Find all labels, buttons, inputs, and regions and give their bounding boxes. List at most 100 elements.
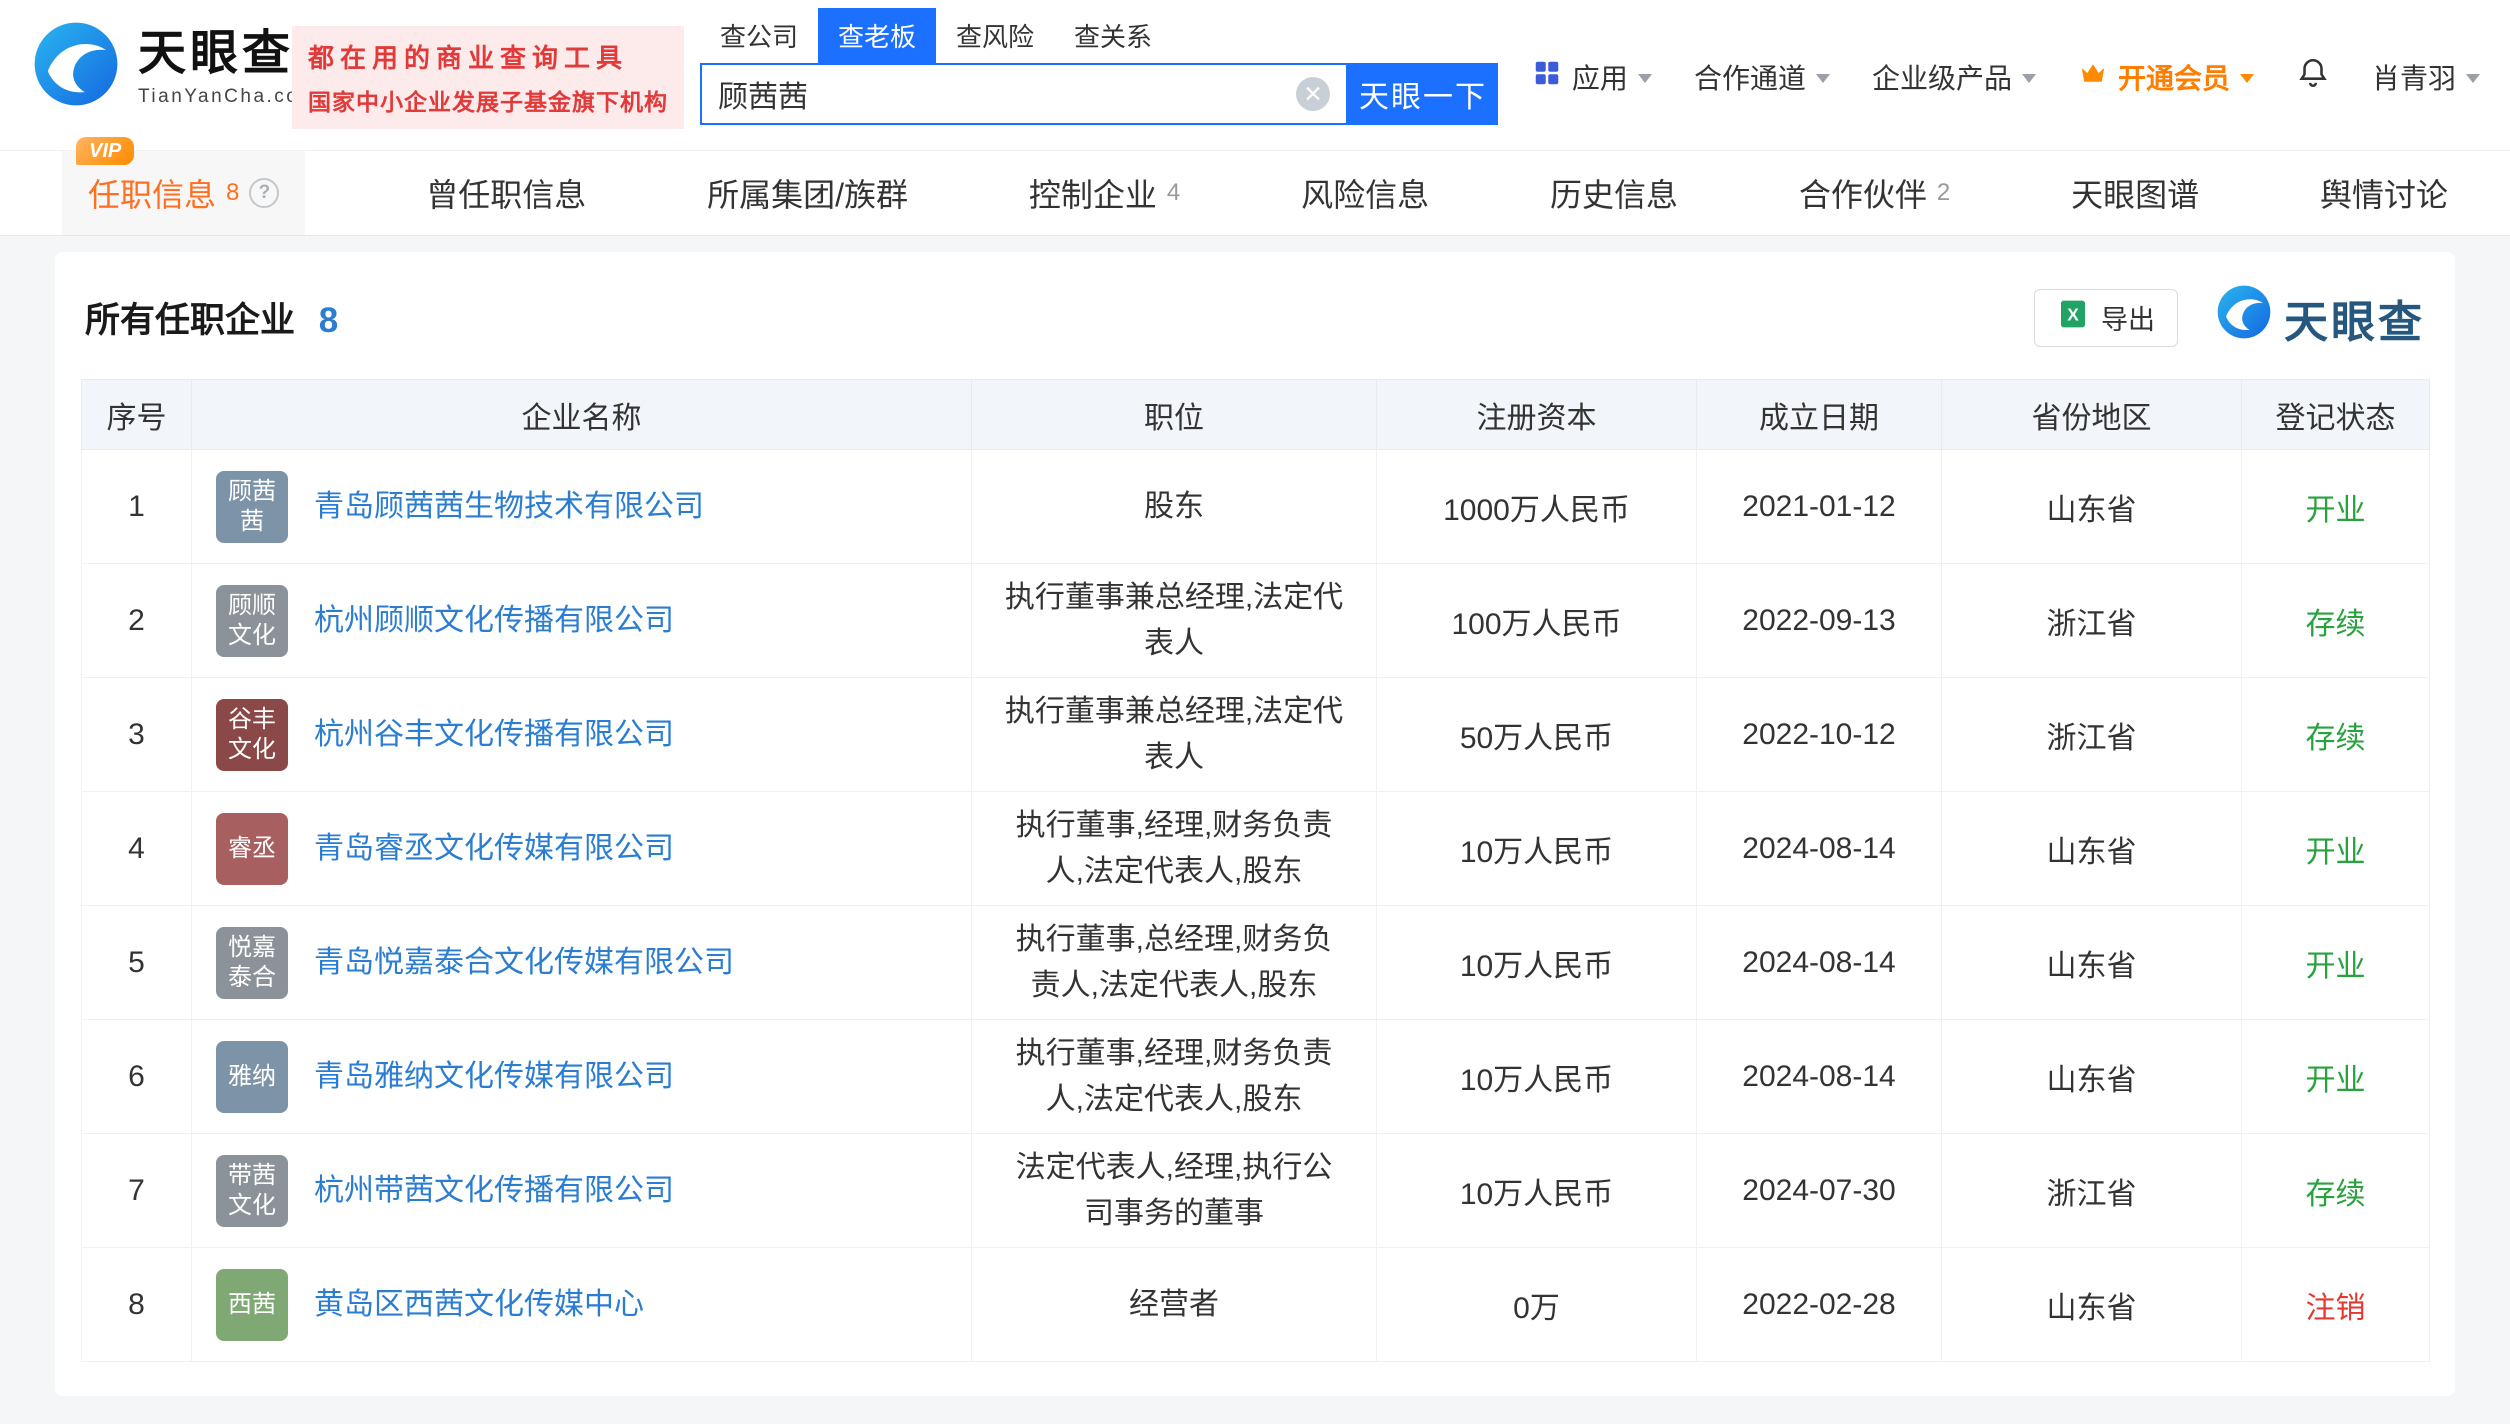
company-link[interactable]: 青岛悦嘉泰合文化传媒有限公司 bbox=[314, 943, 734, 983]
tab-label: 曾任职信息 bbox=[426, 170, 586, 216]
promo-line-2: 国家中小企业发展子基金旗下机构 bbox=[308, 83, 668, 117]
province-cell: 山东省 bbox=[1942, 1248, 2242, 1362]
date-cell: 2024-08-14 bbox=[1697, 792, 1942, 906]
tab-public-opinion[interactable]: 舆情讨论 bbox=[2320, 151, 2448, 235]
tab-label: 合作伙伴 bbox=[1799, 170, 1927, 216]
position-cell: 执行董事,经理,财务负责人,法定代表人,股东 bbox=[972, 1020, 1377, 1134]
tab-risk-info[interactable]: 风险信息 bbox=[1301, 151, 1429, 235]
chevron-down-icon bbox=[2022, 74, 2036, 83]
row-index: 1 bbox=[82, 450, 192, 564]
tab-label: 天眼图谱 bbox=[2071, 170, 2199, 216]
capital-cell: 10万人民币 bbox=[1377, 1020, 1697, 1134]
search-tab-relation[interactable]: 查关系 bbox=[1054, 8, 1172, 63]
company-logo: 雅纳 bbox=[216, 1041, 288, 1113]
tab-graph[interactable]: 天眼图谱 bbox=[2071, 151, 2199, 235]
tianyancha-logo-icon bbox=[2216, 284, 2272, 351]
content-card: 所有任职企业 8 X 导出 bbox=[55, 252, 2455, 1396]
tab-history-info[interactable]: 历史信息 bbox=[1550, 151, 1678, 235]
export-label: 导出 bbox=[2101, 298, 2155, 337]
col-company: 企业名称 bbox=[192, 380, 972, 450]
company-link[interactable]: 青岛睿丞文化传媒有限公司 bbox=[314, 829, 674, 869]
position-cell: 执行董事,总经理,财务负责人,法定代表人,股东 bbox=[972, 906, 1377, 1020]
company-link[interactable]: 杭州带茜文化传播有限公司 bbox=[314, 1171, 674, 1211]
tab-label: 风险信息 bbox=[1301, 170, 1429, 216]
position-cell: 经营者 bbox=[972, 1248, 1377, 1362]
tab-group-cluster[interactable]: 所属集团/族群 bbox=[707, 151, 908, 235]
tianyancha-swirl-icon bbox=[32, 20, 120, 113]
company-link[interactable]: 黄岛区西茜文化传媒中心 bbox=[314, 1285, 644, 1325]
search-box: ✕ bbox=[700, 63, 1348, 125]
date-cell: 2024-08-14 bbox=[1697, 1020, 1942, 1134]
position-cell: 执行董事,经理,财务负责人,法定代表人,股东 bbox=[972, 792, 1377, 906]
search-tab-company[interactable]: 查公司 bbox=[700, 8, 818, 63]
nav-vip-label: 开通会员 bbox=[2118, 57, 2230, 97]
table-row: 8 西茜 黄岛区西茜文化传媒中心 经营者 0万 2022-02-28 山东省 注… bbox=[82, 1248, 2430, 1362]
top-header: 天眼查 TianYanCha.com 都在用的商业查询工具 国家中小企业发展子基… bbox=[0, 0, 2510, 150]
notifications[interactable] bbox=[2296, 56, 2330, 97]
company-logo: 顾茜茜 bbox=[216, 471, 288, 543]
province-cell: 山东省 bbox=[1942, 1020, 2242, 1134]
tab-count: 4 bbox=[1167, 179, 1180, 207]
status-cell: 开业 bbox=[2242, 906, 2430, 1020]
col-capital: 注册资本 bbox=[1377, 380, 1697, 450]
help-icon[interactable]: ? bbox=[249, 178, 279, 208]
company-link[interactable]: 青岛顾茜茜生物技术有限公司 bbox=[314, 487, 704, 527]
vip-badge: VIP bbox=[76, 137, 134, 165]
clear-icon[interactable]: ✕ bbox=[1296, 77, 1330, 111]
svg-text:X: X bbox=[2067, 305, 2079, 325]
search-area: 查公司 查老板 查风险 查关系 ✕ 天眼一下 bbox=[700, 8, 1498, 125]
tab-former-employment[interactable]: 曾任职信息 bbox=[426, 151, 586, 235]
section-tab-bar: VIP 任职信息 8 ? 曾任职信息 所属集团/族群 控制企业 4 风险信息 历… bbox=[0, 150, 2510, 236]
company-link[interactable]: 青岛雅纳文化传媒有限公司 bbox=[314, 1057, 674, 1097]
tab-label: 历史信息 bbox=[1550, 170, 1678, 216]
company-logo: 谷丰文化 bbox=[216, 699, 288, 771]
table-row: 4 睿丞 青岛睿丞文化传媒有限公司 执行董事,经理,财务负责人,法定代表人,股东… bbox=[82, 792, 2430, 906]
status-cell: 注销 bbox=[2242, 1248, 2430, 1362]
company-link[interactable]: 杭州顾顺文化传播有限公司 bbox=[314, 601, 674, 641]
watermark-text: 天眼查 bbox=[2284, 286, 2425, 350]
capital-cell: 100万人民币 bbox=[1377, 564, 1697, 678]
status-cell: 开业 bbox=[2242, 792, 2430, 906]
position-cell: 法定代表人,经理,执行公司事务的董事 bbox=[972, 1134, 1377, 1248]
nav-enterprise-label: 企业级产品 bbox=[1872, 57, 2012, 97]
province-cell: 浙江省 bbox=[1942, 564, 2242, 678]
section-count: 8 bbox=[319, 301, 338, 340]
capital-cell: 10万人民币 bbox=[1377, 1134, 1697, 1248]
export-button[interactable]: X 导出 bbox=[2034, 289, 2178, 347]
nav-enterprise-products[interactable]: 企业级产品 bbox=[1872, 57, 2036, 97]
date-cell: 2022-02-28 bbox=[1697, 1248, 1942, 1362]
tab-controlled-companies[interactable]: 控制企业 4 bbox=[1029, 151, 1180, 235]
company-logo: 西茜 bbox=[216, 1269, 288, 1341]
province-cell: 浙江省 bbox=[1942, 1134, 2242, 1248]
positions-table: 序号 企业名称 职位 注册资本 成立日期 省份地区 登记状态 1 顾茜茜 青岛顾… bbox=[81, 379, 2430, 1362]
nav-cooperation-label: 合作通道 bbox=[1694, 57, 1806, 97]
search-tab-risk[interactable]: 查风险 bbox=[936, 8, 1054, 63]
col-date: 成立日期 bbox=[1697, 380, 1942, 450]
row-index: 4 bbox=[82, 792, 192, 906]
search-button[interactable]: 天眼一下 bbox=[1348, 63, 1498, 125]
brand-logo[interactable]: 天眼查 TianYanCha.com bbox=[32, 20, 318, 113]
tab-employment-label: 任职信息 bbox=[88, 170, 216, 216]
user-menu[interactable]: 肖青羽 bbox=[2372, 57, 2480, 97]
capital-cell: 10万人民币 bbox=[1377, 906, 1697, 1020]
nav-open-vip[interactable]: 开通会员 bbox=[2078, 57, 2254, 97]
bell-icon bbox=[2296, 56, 2330, 97]
company-link[interactable]: 杭州谷丰文化传播有限公司 bbox=[314, 715, 674, 755]
nav-apps[interactable]: 应用 bbox=[1532, 57, 1652, 97]
company-logo: 顾顺文化 bbox=[216, 585, 288, 657]
nav-apps-label: 应用 bbox=[1572, 57, 1628, 97]
card-header: 所有任职企业 8 X 导出 bbox=[81, 280, 2429, 379]
search-input[interactable] bbox=[718, 77, 1296, 111]
row-index: 6 bbox=[82, 1020, 192, 1134]
row-index: 3 bbox=[82, 678, 192, 792]
nav-cooperation[interactable]: 合作通道 bbox=[1694, 57, 1830, 97]
table-row: 5 悦嘉泰合 青岛悦嘉泰合文化传媒有限公司 执行董事,总经理,财务负责人,法定代… bbox=[82, 906, 2430, 1020]
capital-cell: 10万人民币 bbox=[1377, 792, 1697, 906]
table-row: 2 顾顺文化 杭州顾顺文化传播有限公司 执行董事兼总经理,法定代表人 100万人… bbox=[82, 564, 2430, 678]
company-logo: 带茜文化 bbox=[216, 1155, 288, 1227]
tab-employment[interactable]: VIP 任职信息 8 ? bbox=[62, 151, 305, 235]
province-cell: 山东省 bbox=[1942, 450, 2242, 564]
date-cell: 2024-07-30 bbox=[1697, 1134, 1942, 1248]
tab-partners[interactable]: 合作伙伴 2 bbox=[1799, 151, 1950, 235]
search-tab-boss[interactable]: 查老板 bbox=[818, 8, 936, 63]
